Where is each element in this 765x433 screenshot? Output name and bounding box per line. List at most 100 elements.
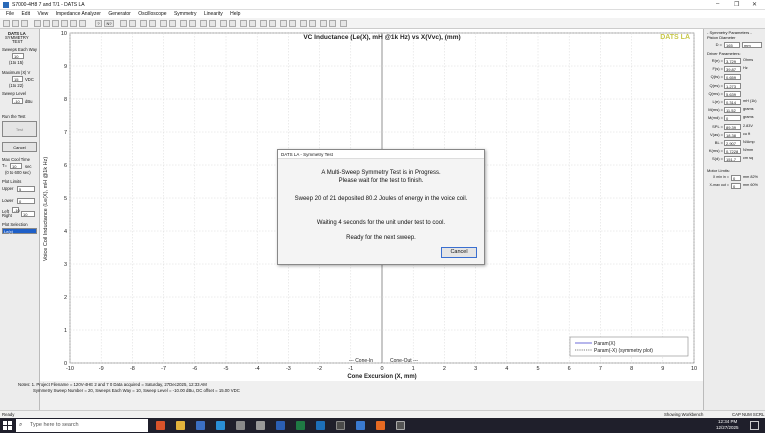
cone-out-label: Cone-Out ---: [390, 358, 418, 364]
windows-start-icon[interactable]: [3, 421, 12, 430]
upper-limit-select[interactable]: 5: [17, 186, 35, 192]
maximize-icon[interactable]: ❐: [734, 1, 739, 8]
file-explorer-icon[interactable]: [176, 421, 185, 430]
taskbar-app-icon[interactable]: [256, 421, 265, 430]
dialog-cancel-button[interactable]: Cancel: [441, 247, 477, 258]
toolbar-undo-icon[interactable]: [12, 20, 19, 27]
status-right: CAP NUM SCRL: [732, 412, 765, 417]
toolbar-tool-icon[interactable]: [340, 20, 347, 27]
toolbar-tool-icon[interactable]: [220, 20, 227, 27]
toolbar-tool-icon[interactable]: [160, 20, 167, 27]
taskbar-app-icon[interactable]: [316, 421, 325, 430]
toolbar-tool-icon[interactable]: [140, 20, 147, 27]
menu-file[interactable]: File: [6, 10, 14, 18]
menu-view[interactable]: View: [37, 10, 48, 18]
toolbar-tool-icon[interactable]: [260, 20, 267, 27]
taskbar-app-icon[interactable]: [236, 421, 245, 430]
chrome-icon[interactable]: [156, 421, 165, 430]
param-label: Q(es) =: [709, 82, 723, 88]
minimize-icon[interactable]: –: [716, 1, 719, 7]
toolbar-tool-icon[interactable]: [229, 20, 236, 27]
param-value: 2.907: [724, 140, 741, 146]
toolbar-tool-icon[interactable]: [169, 20, 176, 27]
search-icon: ⌕: [19, 422, 23, 428]
param-value: 0: [724, 115, 741, 122]
toolbar-tool-icon[interactable]: [129, 20, 136, 27]
mode-sub-label: TEST: [12, 39, 23, 44]
toolbar-open-icon[interactable]: [3, 20, 10, 27]
toolbar-tool-icon[interactable]: [189, 20, 196, 27]
toolbar-tool-icon[interactable]: [149, 20, 156, 27]
plot-selection-dropdown[interactable]: Le(x): [2, 228, 37, 234]
legend: Param(X) Param(-X) (symmetry plot): [569, 336, 689, 357]
edge-icon[interactable]: [216, 421, 225, 430]
max-lx-input[interactable]: 15: [12, 76, 23, 82]
taskbar-date: 12/27/2025: [716, 425, 739, 430]
x-tick-label: -8: [130, 366, 135, 372]
toolbar-probe-icon[interactable]: [34, 20, 41, 27]
param-label: S(d) =: [711, 156, 723, 162]
toolbar-nt-button[interactable]: N?: [104, 20, 114, 27]
toolbar-redo-icon[interactable]: [21, 20, 28, 27]
toolbar-tool-icon[interactable]: [300, 20, 307, 27]
left-limit-input[interactable]: -10: [12, 207, 20, 213]
x-min-value: 0: [731, 175, 741, 181]
word-icon[interactable]: [276, 421, 285, 430]
toolbar-print-icon[interactable]: [79, 20, 86, 27]
cancel-test-button[interactable]: Cancel: [2, 142, 37, 152]
param-unit: cm sq: [743, 156, 754, 161]
toolbar-tool-icon[interactable]: [240, 20, 247, 27]
toolbar-help-icon[interactable]: ?: [95, 20, 102, 27]
taskbar-app-icon[interactable]: [196, 421, 205, 430]
menu-symmetry[interactable]: Symmetry: [174, 10, 197, 18]
notification-icon[interactable]: [750, 421, 759, 430]
x-max-unit: mm 60%: [743, 183, 758, 187]
param-value: 89.39: [724, 123, 741, 130]
menu-generator[interactable]: Generator: [108, 10, 131, 18]
excel-icon[interactable]: [296, 421, 305, 430]
menu-oscilloscope[interactable]: Oscilloscope: [138, 10, 166, 18]
toolbar-tool-icon[interactable]: [320, 20, 327, 27]
toolbar-tool-icon[interactable]: [269, 20, 276, 27]
toolbar-chart-icon[interactable]: [61, 20, 68, 27]
dats-la-taskbar-icon[interactable]: [396, 421, 405, 430]
param-label: M(md) =: [708, 115, 723, 121]
toolbar-export-icon[interactable]: [70, 20, 77, 27]
toolbar-tool-icon[interactable]: [120, 20, 127, 27]
app-icon: [3, 2, 9, 8]
menu-edit[interactable]: Edit: [21, 10, 30, 18]
piston-diameter-input[interactable]: 165: [724, 42, 740, 48]
sweeps-each-way-input[interactable]: 10: [12, 53, 24, 59]
taskbar-app-icon[interactable]: [356, 421, 365, 430]
toolbar-tool-icon[interactable]: [249, 20, 256, 27]
test-button[interactable]: Test: [2, 121, 37, 137]
taskbar-app-icon[interactable]: [336, 421, 345, 430]
piston-diameter-unit-select[interactable]: mm: [742, 42, 762, 48]
toolbar-tool-icon[interactable]: [329, 20, 336, 27]
plot-selection-label: Plot Selection: [2, 222, 28, 227]
lower-limit-select[interactable]: 0: [17, 198, 35, 204]
x-tick-label: -9: [99, 366, 104, 372]
max-cool-time-input[interactable]: 10: [10, 163, 22, 169]
menu-linearity[interactable]: Linearity: [204, 10, 223, 18]
taskbar-app-icon[interactable]: [376, 421, 385, 430]
menu-help[interactable]: Help: [230, 10, 240, 18]
taskbar-search-box[interactable]: ⌕ Type here to search: [16, 419, 148, 432]
right-limit-select[interactable]: 10: [21, 211, 35, 217]
toolbar-tool-icon[interactable]: [180, 20, 187, 27]
toolbar-tool-icon[interactable]: [200, 20, 207, 27]
menu-impedance-analyzer[interactable]: Impedance Analyzer: [56, 10, 101, 18]
toolbar-tool-icon[interactable]: [309, 20, 316, 27]
x-min-unit: mm 82%: [743, 175, 758, 179]
toolbar-tool-icon[interactable]: [280, 20, 287, 27]
close-icon[interactable]: ✕: [752, 1, 757, 8]
param-value: 3.729: [724, 58, 741, 64]
y-tick-label: 0: [64, 361, 67, 367]
symmetry-test-dialog: DATS LA - Symmetry Test A Multi-Sweep Sy…: [277, 149, 485, 265]
param-unit: N/Amp: [743, 140, 755, 144]
toolbar-tool-icon[interactable]: [289, 20, 296, 27]
toolbar-tool-icon[interactable]: [209, 20, 216, 27]
toolbar-calibrate-icon[interactable]: [43, 20, 50, 27]
toolbar-measure-icon[interactable]: [52, 20, 59, 27]
sweep-level-input[interactable]: -10: [12, 98, 23, 104]
